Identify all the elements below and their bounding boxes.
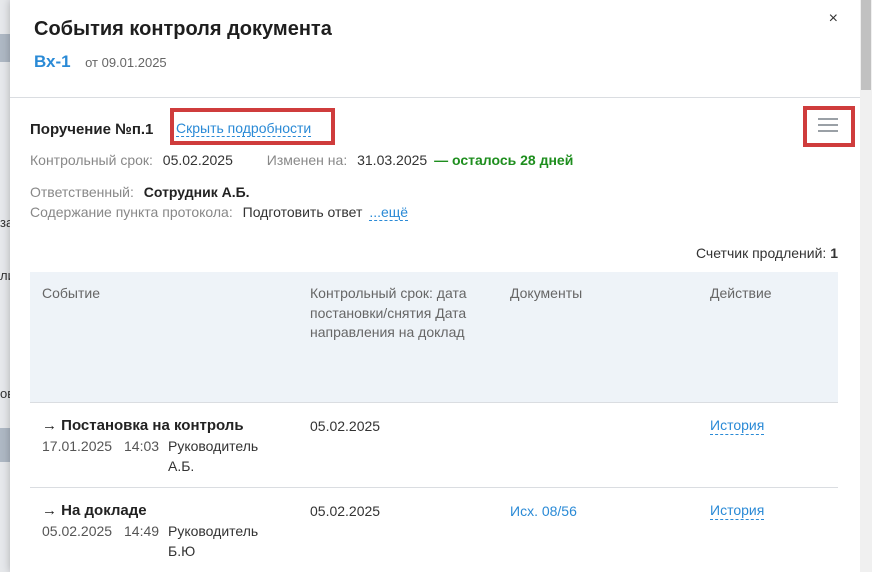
document-number[interactable]: Вх-1: [34, 52, 71, 71]
extension-counter: Счетчик продлений: 1: [696, 245, 838, 261]
event-time: 14:49: [124, 523, 160, 539]
modal-title: События контроля документа: [34, 18, 332, 40]
header-deadline: Контрольный срок: дата постановки/снятия…: [310, 285, 467, 340]
history-link[interactable]: История: [710, 417, 765, 435]
divider: [10, 97, 860, 98]
events-table-header: Событие Контрольный срок: дата постановк…: [30, 272, 838, 402]
event-title: → На докладе: [42, 502, 147, 519]
scroll-thumb[interactable]: [861, 0, 871, 90]
close-icon[interactable]: ×: [829, 10, 838, 28]
row-divider: [30, 487, 838, 488]
changed-label: Изменен на:: [266, 152, 348, 168]
control-deadline-value: 05.02.2025: [162, 152, 233, 168]
header-documents: Документы: [510, 285, 583, 301]
highlight-box: [803, 106, 855, 147]
control-deadline-row: Контрольный срок: 05.02.2025 Изменен на:…: [30, 152, 573, 168]
control-deadline-label: Контрольный срок:: [30, 152, 153, 168]
extension-counter-label: Счетчик продлений:: [695, 245, 827, 261]
responsible-label: Ответственный:: [30, 184, 134, 200]
event-document-link[interactable]: Исх. 08/56: [510, 501, 577, 521]
document-control-events-modal: × События контроля документа Вх-1 от 09.…: [10, 0, 860, 572]
content-value: Подготовить ответ: [242, 204, 363, 220]
more-link[interactable]: ...ещё: [369, 204, 409, 221]
content-label: Содержание пункта протокола:: [30, 204, 233, 220]
event-deadline: 05.02.2025: [310, 418, 381, 434]
event-date: 17.01.2025: [42, 438, 113, 454]
responsible-row: Ответственный: Сотрудник А.Б.: [30, 184, 250, 200]
event-deadline: 05.02.2025: [310, 503, 381, 519]
highlight-box: [170, 108, 335, 145]
content-row: Содержание пункта протокола: Подготовить…: [30, 204, 409, 221]
document-date: от 09.01.2025: [85, 55, 167, 70]
responsible-value: Сотрудник А.Б.: [143, 184, 250, 200]
history-link[interactable]: История: [710, 502, 765, 520]
remaining-days: — осталось 28 дней: [434, 152, 574, 168]
event-person: Руководитель А.Б.: [168, 438, 259, 474]
event-title: → Постановка на контроль: [42, 417, 244, 434]
changed-date: 31.03.2025: [357, 152, 428, 168]
extension-counter-value: 1: [830, 245, 838, 261]
page-scrollbar[interactable]: [860, 0, 872, 572]
row-divider: [30, 402, 838, 403]
document-info: Вх-1 от 09.01.2025: [34, 52, 167, 72]
event-date: 05.02.2025: [42, 523, 113, 539]
event-person: Руководитель Б.Ю: [168, 523, 259, 559]
order-title: Поручение №п.1: [30, 121, 154, 138]
event-time: 14:03: [124, 438, 160, 454]
header-event: Событие: [42, 285, 100, 301]
header-action: Действие: [710, 285, 772, 301]
